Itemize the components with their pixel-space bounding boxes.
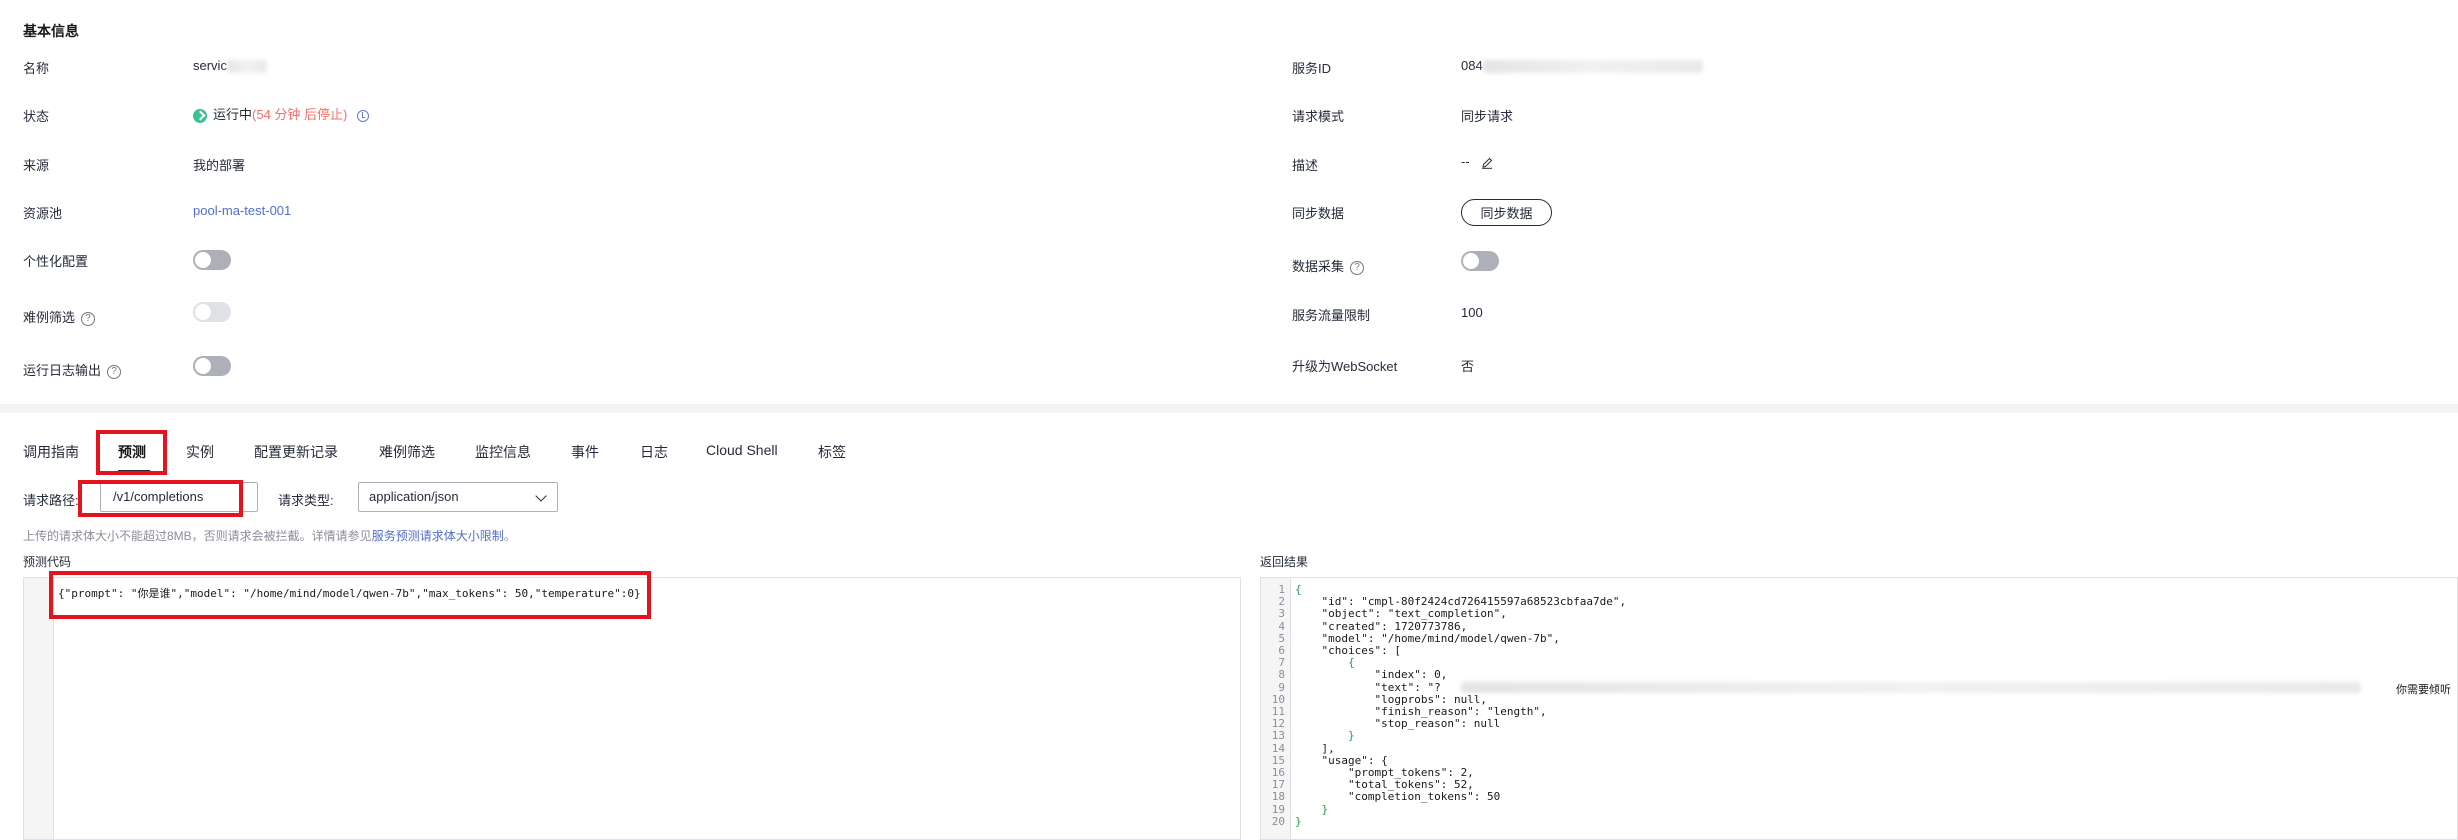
hint-text: 上传的请求体大小不能超过8MB，否则请求会被拦截。详情请参见 bbox=[23, 529, 372, 543]
result-line: } bbox=[1295, 729, 1355, 743]
line-number: 20 bbox=[1271, 814, 1285, 828]
tab-guide[interactable]: 调用指南 bbox=[23, 442, 79, 462]
data-collect-toggle[interactable] bbox=[1461, 251, 1499, 271]
description-value: -- bbox=[1461, 154, 1493, 169]
result-text-tail: 你需要倾听 bbox=[2396, 684, 2451, 696]
redacted-name bbox=[226, 60, 267, 74]
tab-logs[interactable]: 日志 bbox=[640, 442, 668, 462]
request-mode-label: 请求模式 bbox=[1292, 109, 1345, 124]
result-line: } bbox=[1295, 802, 1329, 816]
predict-code-editor[interactable]: {"prompt": "你是谁","model": "/home/mind/mo… bbox=[23, 577, 1241, 840]
line-number: 18 bbox=[1271, 790, 1285, 804]
service-id-value: 084 bbox=[1461, 58, 1703, 74]
status-value: 运行中(54 分钟 后停止) bbox=[193, 104, 370, 123]
runtime-log-label-row: 运行日志输出? bbox=[23, 360, 122, 379]
data-collect-label-row: 数据采集? bbox=[1292, 256, 1365, 275]
name-label: 名称 bbox=[23, 61, 50, 76]
editor-gutter bbox=[24, 578, 54, 839]
line-number: 13 bbox=[1271, 729, 1285, 743]
data-collect-label: 数据采集 bbox=[1292, 259, 1345, 274]
type-label: 请求类型: bbox=[278, 493, 334, 508]
runtime-log-label: 运行日志输出 bbox=[23, 363, 102, 378]
tab-hard-case[interactable]: 难例筛选 bbox=[379, 442, 435, 462]
path-label: 请求路径: bbox=[23, 493, 79, 508]
section-title: 基本信息 bbox=[23, 23, 79, 39]
sync-data-label: 同步数据 bbox=[1292, 206, 1345, 221]
name-text: servic bbox=[193, 58, 227, 73]
pool-link[interactable]: pool-ma-test-001 bbox=[193, 203, 291, 218]
result-line: "created": 1720773786, bbox=[1295, 619, 1468, 633]
personalized-label: 个性化配置 bbox=[23, 254, 89, 269]
result-line-numbers: 1 2 3 4 5 6 7 8 9 10 11 12 13 14 15 16 17 18 19 20 bbox=[1261, 578, 1289, 828]
personalized-toggle[interactable] bbox=[193, 250, 231, 270]
result-line: } bbox=[1295, 814, 1302, 828]
help-icon[interactable]: ? bbox=[1350, 260, 1365, 275]
redacted-service-id bbox=[1482, 60, 1703, 74]
chevron-down-icon bbox=[535, 490, 547, 502]
description-text: -- bbox=[1461, 154, 1470, 169]
status-text: 运行中 bbox=[213, 107, 253, 122]
tab-tags[interactable]: 标签 bbox=[818, 442, 846, 462]
help-icon[interactable]: ? bbox=[107, 364, 122, 379]
line-number: 8 bbox=[1278, 668, 1285, 682]
tab-instances[interactable]: 实例 bbox=[186, 442, 214, 462]
tab-events[interactable]: 事件 bbox=[571, 442, 599, 462]
hard-case-label-row: 难例筛选? bbox=[23, 307, 96, 326]
service-id-text: 084 bbox=[1461, 58, 1483, 73]
name-value: servic bbox=[193, 58, 267, 74]
rate-limit-label: 服务流量限制 bbox=[1292, 308, 1371, 323]
tab-cloud-shell[interactable]: Cloud Shell bbox=[706, 442, 778, 458]
stop-countdown: (54 分钟 后停止) bbox=[252, 107, 348, 122]
description-label: 描述 bbox=[1292, 158, 1319, 173]
path-input[interactable]: /v1/completions bbox=[100, 482, 258, 512]
running-check-icon bbox=[193, 108, 207, 123]
help-icon[interactable]: ? bbox=[81, 311, 96, 326]
size-limit-link[interactable]: 服务预测请求体大小限制 bbox=[372, 529, 504, 543]
tab-config-history[interactable]: 配置更新记录 bbox=[254, 442, 338, 462]
runtime-log-toggle[interactable] bbox=[193, 356, 231, 376]
rate-limit-value: 100 bbox=[1461, 305, 1483, 320]
hard-case-toggle[interactable] bbox=[193, 302, 231, 322]
request-mode-value: 同步请求 bbox=[1461, 109, 1514, 124]
result-json: { "id": "cmpl-80f2424cd726415597a68523cb… bbox=[1295, 583, 1626, 828]
clock-icon[interactable] bbox=[357, 109, 370, 122]
hint-suffix: 。 bbox=[503, 529, 516, 543]
source-value: 我的部署 bbox=[193, 158, 246, 173]
result-label: 返回结果 bbox=[1260, 555, 1309, 569]
result-line: "object": "text_completion", bbox=[1295, 607, 1507, 621]
line-number: 14 bbox=[1271, 741, 1285, 755]
websocket-value: 否 bbox=[1461, 359, 1475, 374]
hard-case-label: 难例筛选 bbox=[23, 310, 76, 325]
basic-info-panel: 基本信息 名称 servic 状态 运行中(54 分钟 后停止) 来源 我的部署… bbox=[0, 0, 2458, 404]
tab-monitoring[interactable]: 监控信息 bbox=[475, 442, 531, 462]
size-hint: 上传的请求体大小不能超过8MB，否则请求会被拦截。详情请参见服务预测请求体大小限… bbox=[23, 527, 516, 544]
tab-predict[interactable]: 预测 bbox=[118, 442, 146, 462]
line-number: 9 bbox=[1278, 680, 1285, 694]
content-type-select[interactable]: application/json bbox=[358, 482, 558, 512]
redacted-result-text bbox=[1461, 682, 2361, 693]
websocket-label: 升级为WebSocket bbox=[1292, 359, 1398, 374]
result-viewer[interactable]: 1 2 3 4 5 6 7 8 9 10 11 12 13 14 15 16 17 18 19 20 { "id": … bbox=[1260, 577, 2458, 840]
source-label: 来源 bbox=[23, 158, 50, 173]
result-line: ], bbox=[1295, 741, 1335, 755]
line-number: 3 bbox=[1278, 607, 1285, 621]
result-line: "completion_tokens": 50 bbox=[1295, 790, 1501, 804]
sync-data-button[interactable]: 同步数据 bbox=[1461, 199, 1552, 226]
result-line: "index": 0, bbox=[1295, 668, 1448, 682]
content-type-value: application/json bbox=[369, 489, 459, 504]
line-number: 4 bbox=[1278, 619, 1285, 633]
predict-code-label: 预测代码 bbox=[23, 555, 72, 569]
predict-code-text: {"prompt": "你是谁","model": "/home/mind/mo… bbox=[58, 587, 641, 600]
tab-bar: 调用指南 预测 实例 配置更新记录 难例筛选 监控信息 事件 日志 Cloud … bbox=[0, 425, 2458, 475]
pool-label: 资源池 bbox=[23, 206, 63, 221]
active-tab-indicator bbox=[118, 470, 150, 473]
edit-icon[interactable] bbox=[1481, 157, 1493, 169]
status-label: 状态 bbox=[23, 109, 50, 124]
service-id-label: 服务ID bbox=[1292, 61, 1332, 76]
